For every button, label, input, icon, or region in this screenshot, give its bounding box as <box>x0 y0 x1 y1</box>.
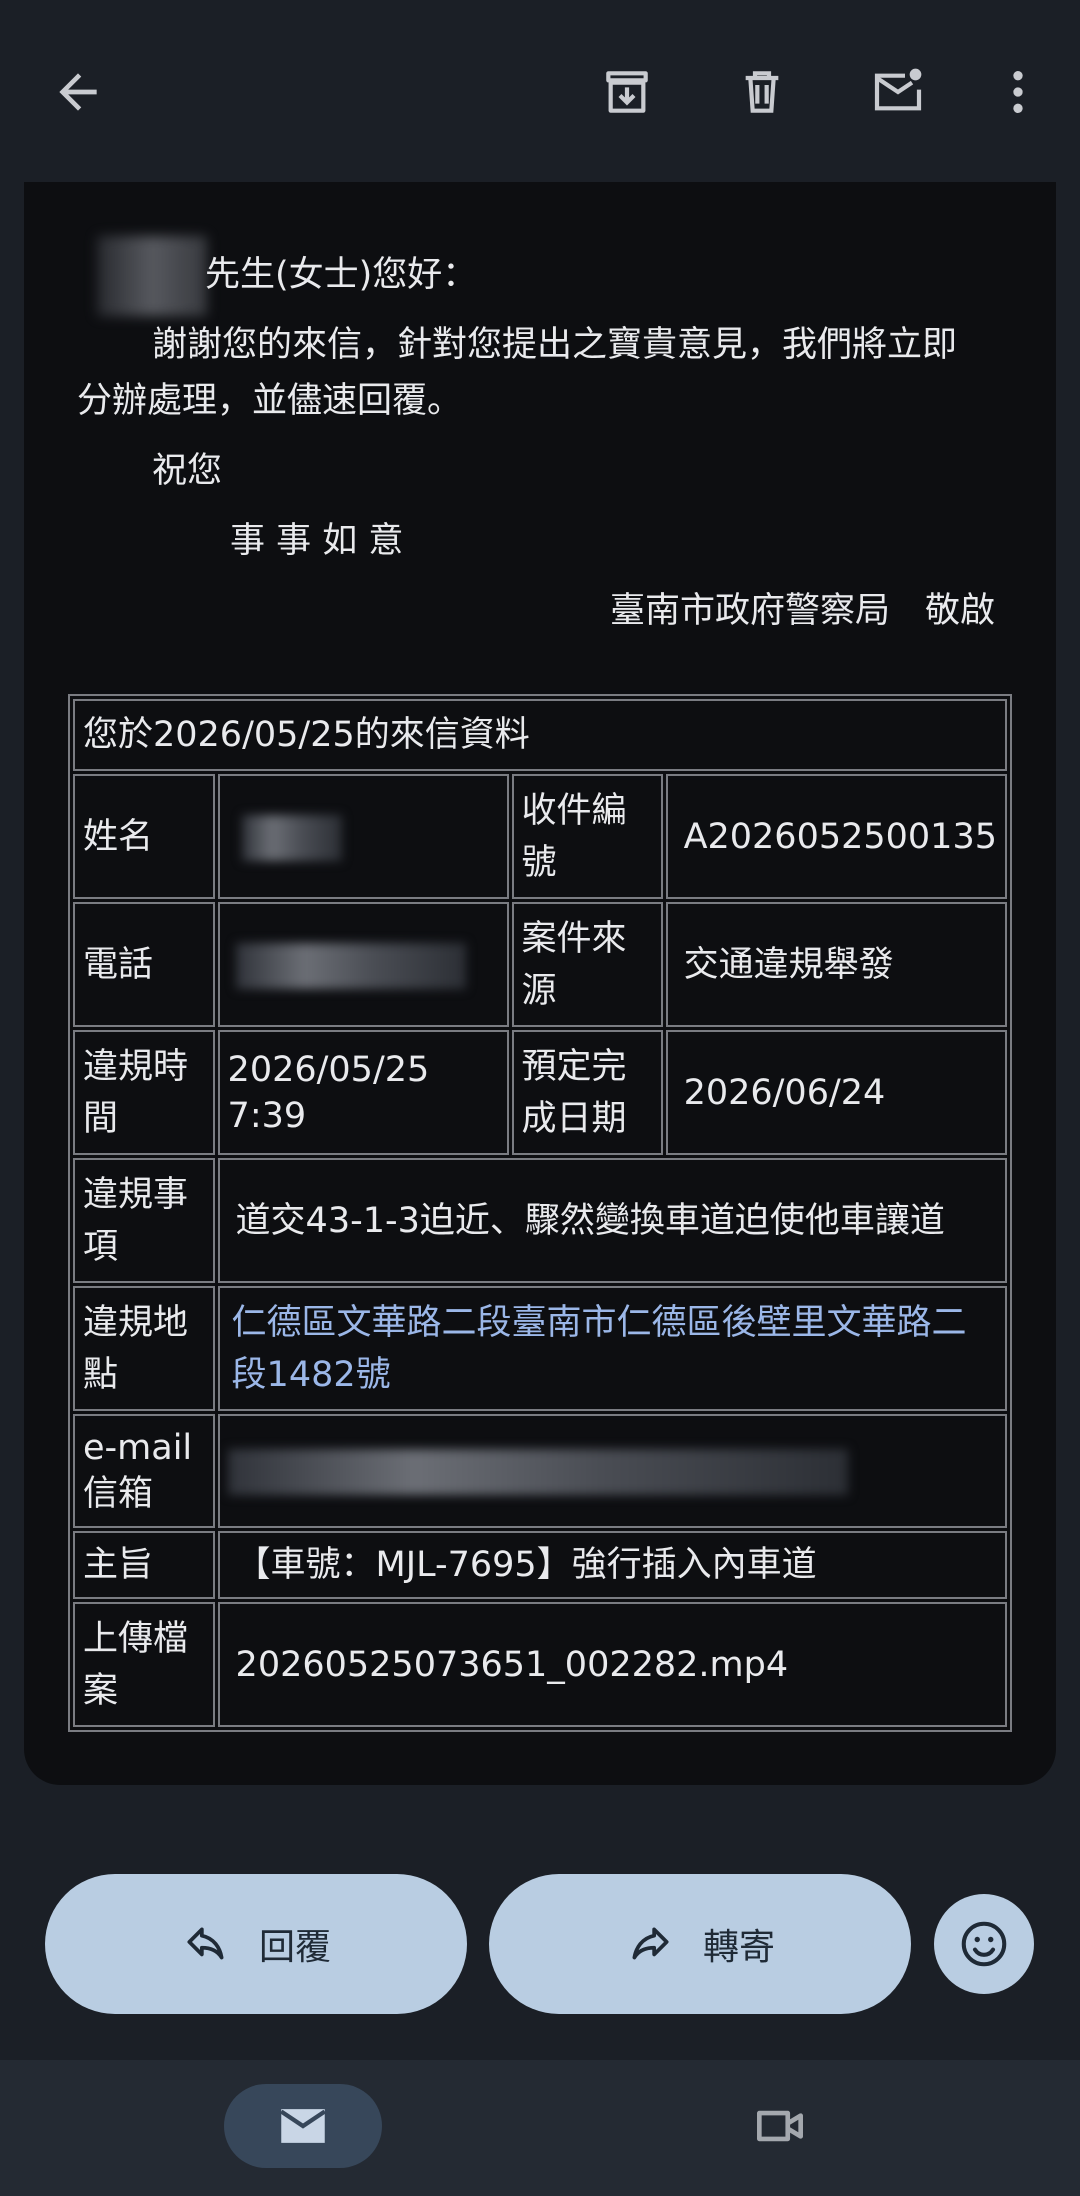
item-value: 道交43-1-3迫近、驟然變換車道迫使他車讓道 <box>217 1158 1007 1283</box>
name-value <box>217 774 509 899</box>
mail-icon <box>280 2109 326 2143</box>
email-value <box>217 1414 1007 1528</box>
mark-unread-button[interactable] <box>858 52 938 132</box>
bottom-navigation <box>0 2060 1080 2196</box>
arrow-left-icon <box>59 73 97 111</box>
subject-value: 【車號：MJL-7695】強行插入內車道 <box>217 1531 1007 1599</box>
delete-button[interactable] <box>722 52 802 132</box>
file-value: 20260525073651_002282.mp4 <box>217 1602 1007 1727</box>
closing-line-2: 事 事 如 意 <box>230 521 404 561</box>
signature: 臺南市政府警察局 敬啟 <box>610 591 996 631</box>
mark-unread-icon <box>874 68 922 111</box>
source-label: 案件來源 <box>511 902 663 1027</box>
subject-label: 主旨 <box>73 1531 215 1599</box>
nav-meet[interactable] <box>740 2084 820 2168</box>
video-icon <box>757 2110 803 2142</box>
phone-value <box>217 902 509 1027</box>
more-vert-icon <box>1013 71 1023 113</box>
greeting: 先生(女士)您好： <box>205 255 478 295</box>
archive-button[interactable] <box>587 52 667 132</box>
file-label: 上傳檔案 <box>73 1602 215 1727</box>
forward-label: 轉寄 <box>702 1927 775 1968</box>
redacted-name <box>97 236 207 316</box>
nav-mail[interactable] <box>224 2084 382 2168</box>
body-line-2: 分辦處理，並儘速回覆。 <box>77 381 463 421</box>
email-label: e-mail信箱 <box>73 1414 215 1528</box>
back-button[interactable] <box>38 52 118 132</box>
reply-button[interactable]: 回覆 <box>45 1874 467 2014</box>
item-label: 違規事項 <box>73 1158 215 1283</box>
reply-icon <box>187 1927 224 1960</box>
archive-icon <box>606 71 648 113</box>
time-value: 2026/05/25 7:39 <box>217 1030 509 1155</box>
more-options-button[interactable] <box>978 52 1058 132</box>
reply-label: 回覆 <box>258 1927 331 1968</box>
case-no-label: 收件編號 <box>511 774 663 899</box>
trash-icon <box>745 71 779 113</box>
time-label: 違規時間 <box>73 1030 215 1155</box>
table-header: 您於2026/05/25的來信資料 <box>73 699 1007 771</box>
forward-icon <box>632 1927 669 1960</box>
forward-button[interactable]: 轉寄 <box>489 1874 911 2014</box>
phone-label: 電話 <box>73 902 215 1027</box>
case-info-table: 您於2026/05/25的來信資料 姓名 收件編號 A2026052500135… <box>68 694 1012 1732</box>
due-date-value: 2026/06/24 <box>665 1030 1007 1155</box>
source-value: 交通違規舉發 <box>665 902 1007 1027</box>
name-label: 姓名 <box>73 774 215 899</box>
smiley-icon <box>961 1921 1007 1967</box>
closing-line-1: 祝您 <box>152 451 223 491</box>
body-line-1: 謝謝您的來信，針對您提出之寶貴意見，我們將立即 <box>152 325 958 365</box>
place-label: 違規地點 <box>73 1286 215 1411</box>
top-toolbar <box>0 0 1080 182</box>
place-link[interactable]: 仁德區文華路二段臺南市仁德區後壁里文華路二段1482號 <box>217 1286 1007 1411</box>
due-date-label: 預定完成日期 <box>511 1030 663 1155</box>
emoji-reaction-button[interactable] <box>934 1894 1034 1994</box>
case-no-value: A2026052500135 <box>665 774 1007 899</box>
